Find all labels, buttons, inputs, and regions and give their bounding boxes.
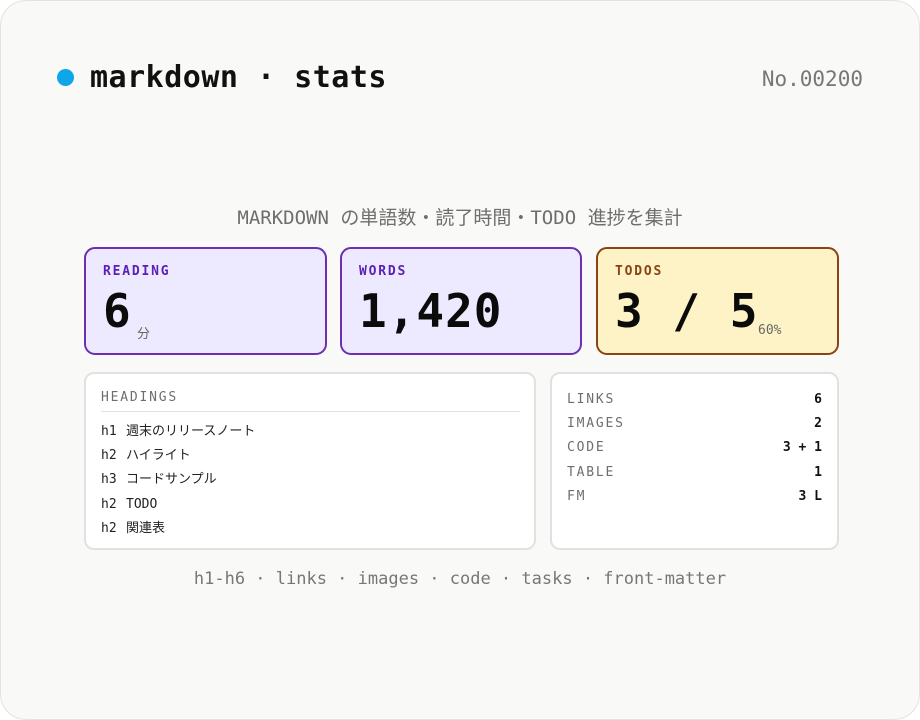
heading-level: h3 bbox=[101, 472, 117, 488]
reading-unit: 分 bbox=[137, 327, 151, 342]
count-row-links: LINKS 6 bbox=[567, 392, 822, 412]
count-row-table: TABLE 1 bbox=[567, 465, 822, 485]
heading-item: h1 週末のリリースノート bbox=[101, 420, 255, 444]
word-count-card: WORDS 1,420 bbox=[340, 247, 582, 355]
heading-level: h2 bbox=[101, 448, 117, 464]
count-value: 3 + 1 bbox=[782, 440, 822, 455]
document-number: No.00200 bbox=[761, 67, 863, 91]
count-row-front-matter: FM 3 L bbox=[567, 489, 822, 509]
count-row-images: IMAGES 2 bbox=[567, 416, 822, 436]
app-window: markdown · stats No.00200 MARKDOWN の単語数・… bbox=[0, 0, 920, 720]
heading-item: h2 TODO bbox=[101, 493, 255, 517]
feature-list-footer: h1-h6 · links · images · code · tasks · … bbox=[193, 569, 727, 589]
todos-value: 3 / 5 bbox=[615, 284, 759, 338]
reading-label: READING bbox=[103, 264, 171, 279]
page-subtitle: MARKDOWN の単語数・読了時間・TODO 進捗を集計 bbox=[237, 207, 683, 229]
count-label: LINKS bbox=[567, 392, 616, 407]
count-label: FM bbox=[567, 489, 587, 504]
heading-text: 関連表 bbox=[126, 520, 166, 536]
headings-panel-title: HEADINGS bbox=[101, 390, 520, 412]
heading-text: ハイライト bbox=[126, 448, 191, 464]
heading-text: 週末のリリースノート bbox=[126, 424, 256, 439]
count-value: 3 L bbox=[798, 489, 822, 504]
heading-level: h2 bbox=[101, 496, 117, 512]
count-row-code: CODE 3 + 1 bbox=[567, 440, 822, 460]
count-value: 6 bbox=[814, 392, 822, 407]
app-title: markdown · stats bbox=[90, 60, 387, 95]
header: markdown · stats No.00200 bbox=[57, 59, 863, 99]
heading-text: TODO bbox=[126, 496, 158, 512]
heading-item: h2 関連表 bbox=[101, 517, 255, 541]
heading-level: h2 bbox=[101, 520, 117, 536]
status-dot-icon bbox=[57, 69, 74, 86]
reading-time-card: READING 6 分 bbox=[84, 247, 327, 355]
element-counts-panel: LINKS 6 IMAGES 2 CODE 3 + 1 TABLE 1 FM 3… bbox=[550, 372, 839, 550]
words-value: 1,420 bbox=[359, 284, 503, 338]
reading-value: 6 bbox=[103, 284, 132, 338]
todos-label: TODOS bbox=[615, 264, 664, 279]
count-value: 2 bbox=[814, 416, 822, 431]
todos-percent: 60% bbox=[758, 323, 782, 338]
count-label: CODE bbox=[567, 440, 606, 455]
count-label: TABLE bbox=[567, 465, 616, 480]
heading-text: コードサンプル bbox=[126, 472, 217, 488]
heading-item: h3 コードサンプル bbox=[101, 468, 255, 492]
words-label: WORDS bbox=[359, 264, 408, 279]
heading-item: h2 ハイライト bbox=[101, 444, 255, 468]
heading-list: h1 週末のリリースノート h2 ハイライト h3 コードサンプル h2 TODO h2… bbox=[101, 420, 255, 541]
count-label: IMAGES bbox=[567, 416, 625, 431]
count-value: 1 bbox=[814, 465, 822, 480]
todo-progress-card: TODOS 3 / 5 60% bbox=[596, 247, 839, 355]
headings-panel: HEADINGS h1 週末のリリースノート h2 ハイライト h3 コードサンプル … bbox=[84, 372, 536, 550]
heading-level: h1 bbox=[101, 424, 117, 439]
